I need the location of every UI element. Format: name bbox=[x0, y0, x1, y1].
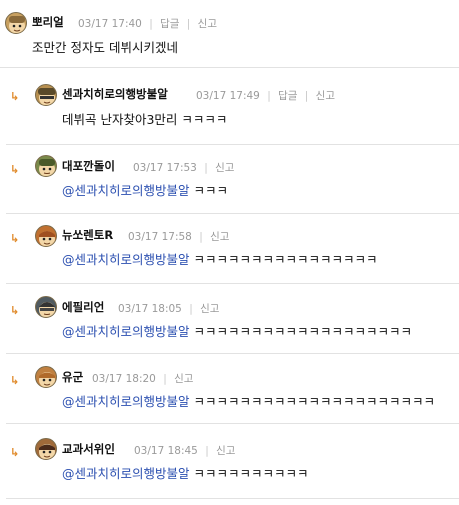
separator: | bbox=[204, 162, 208, 174]
comment-meta: 03/17 17:40 | 답글 | 신고 bbox=[78, 16, 217, 31]
divider bbox=[6, 498, 459, 499]
comment-text: @센과치히로의행방불알 ㅋㅋㅋ bbox=[62, 180, 228, 199]
mention-link[interactable]: @센과치히로의행방불알 bbox=[62, 324, 190, 339]
comment-meta: 03/17 17:53 | 신고 bbox=[133, 160, 234, 175]
comment-text: 데뷔곡 난자찾아3만리 ㅋㅋㅋㅋ bbox=[62, 112, 228, 127]
comment-time: 03/17 18:20 bbox=[92, 373, 156, 385]
comment-meta: 03/17 17:49 | 답글 | 신고 bbox=[196, 88, 335, 103]
comment-text-content: ㅋㅋㅋㅋㅋㅋㅋㅋㅋㅋㅋㅋㅋㅋㅋㅋ bbox=[193, 252, 378, 267]
comment-meta: 03/17 18:45 | 신고 bbox=[134, 443, 235, 458]
comment-time: 03/17 17:40 bbox=[78, 18, 142, 30]
separator: | bbox=[186, 18, 191, 30]
comment-item: ↳ 교과서위인 03/17 18:45 | 신고 @센과치히로의행방불알 ㅋㅋㅋ… bbox=[0, 424, 459, 500]
avatar[interactable] bbox=[35, 296, 57, 318]
mention-link[interactable]: @센과치히로의행방불알 bbox=[62, 183, 190, 198]
report-button[interactable]: 신고 bbox=[198, 18, 217, 30]
comment-author[interactable]: 에필리언 bbox=[62, 299, 104, 315]
comment-author[interactable]: 뽀리얼 bbox=[32, 14, 64, 30]
reply-arrow-icon: ↳ bbox=[10, 446, 20, 459]
comment-time: 03/17 17:58 bbox=[128, 231, 192, 243]
comment-meta: 03/17 17:58 | 신고 bbox=[128, 229, 229, 244]
report-button[interactable]: 신고 bbox=[210, 231, 229, 243]
reply-arrow-icon: ↳ bbox=[10, 232, 20, 245]
comment-item: ↳ 대포깐돌이 03/17 17:53 | 신고 @센과치히로의행방불알 ㅋㅋㅋ bbox=[0, 145, 459, 213]
comment-text-content: ㅋㅋㅋㅋㅋㅋㅋㅋㅋㅋㅋㅋㅋㅋㅋㅋㅋㅋㅋㅋㅋ bbox=[193, 394, 436, 409]
separator: | bbox=[205, 445, 209, 457]
report-button[interactable]: 신고 bbox=[215, 162, 234, 174]
comment-text: @센과치히로의행방불알 ㅋㅋㅋㅋㅋㅋㅋㅋㅋㅋㅋㅋㅋㅋㅋㅋㅋㅋㅋㅋㅋ bbox=[62, 391, 435, 410]
comment-time: 03/17 17:53 bbox=[133, 162, 197, 174]
comment-text: @센과치히로의행방불알 ㅋㅋㅋㅋㅋㅋㅋㅋㅋㅋㅋㅋㅋㅋㅋㅋ bbox=[62, 249, 378, 268]
report-button[interactable]: 신고 bbox=[216, 445, 235, 457]
separator: | bbox=[267, 90, 271, 102]
comment-meta: 03/17 18:05 | 신고 bbox=[118, 301, 219, 316]
avatar[interactable] bbox=[35, 438, 57, 460]
reply-arrow-icon: ↳ bbox=[10, 90, 20, 103]
comment-text: 조만간 정자도 데뷔시키겠네 bbox=[32, 40, 178, 55]
comment-author[interactable]: 센과치히로의행방불알 bbox=[62, 86, 168, 102]
comment-text-content: ㅋㅋㅋ bbox=[193, 183, 229, 198]
reply-button[interactable]: 답글 bbox=[278, 90, 297, 102]
separator: | bbox=[304, 90, 309, 102]
separator: | bbox=[149, 18, 153, 30]
reply-arrow-icon: ↳ bbox=[10, 163, 20, 176]
avatar[interactable] bbox=[5, 12, 27, 34]
reply-arrow-icon: ↳ bbox=[10, 374, 20, 387]
mention-link[interactable]: @센과치히로의행방불알 bbox=[62, 394, 190, 409]
avatar[interactable] bbox=[35, 225, 57, 247]
avatar[interactable] bbox=[35, 155, 57, 177]
avatar[interactable] bbox=[35, 84, 57, 106]
comment-text: @센과치히로의행방불알 ㅋㅋㅋㅋㅋㅋㅋㅋㅋㅋ bbox=[62, 463, 309, 482]
comment-item: ↳ 뉴쏘렌토R 03/17 17:58 | 신고 @센과치히로의행방불알 ㅋㅋㅋ… bbox=[0, 214, 459, 283]
comment-time: 03/17 18:05 bbox=[118, 303, 182, 315]
report-button[interactable]: 신고 bbox=[316, 90, 335, 102]
report-button[interactable]: 신고 bbox=[200, 303, 219, 315]
separator: | bbox=[163, 373, 167, 385]
comment-author[interactable]: 유군 bbox=[62, 369, 83, 385]
comment-meta: 03/17 18:20 | 신고 bbox=[92, 371, 193, 386]
comment-item: ↳ 유군 03/17 18:20 | 신고 @센과치히로의행방불알 ㅋㅋㅋㅋㅋㅋ… bbox=[0, 354, 459, 423]
comment-time: 03/17 18:45 bbox=[134, 445, 198, 457]
comment-author[interactable]: 뉴쏘렌토R bbox=[62, 227, 113, 243]
separator: | bbox=[199, 231, 203, 243]
report-button[interactable]: 신고 bbox=[174, 373, 193, 385]
comment-author[interactable]: 대포깐돌이 bbox=[62, 158, 115, 174]
reply-button[interactable]: 답글 bbox=[160, 18, 179, 30]
comment-item: ↳ 센과치히로의행방불알 03/17 17:49 | 답글 | 신고 데뷔곡 난… bbox=[0, 68, 459, 145]
comment-text-content: ㅋㅋㅋㅋㅋㅋㅋㅋㅋㅋ bbox=[193, 466, 309, 481]
comment-author[interactable]: 교과서위인 bbox=[62, 441, 115, 457]
comment-text-content: ㅋㅋㅋㅋㅋㅋㅋㅋㅋㅋㅋㅋㅋㅋㅋㅋㅋㅋㅋ bbox=[193, 324, 413, 339]
reply-arrow-icon: ↳ bbox=[10, 304, 20, 317]
mention-link[interactable]: @센과치히로의행방불알 bbox=[62, 466, 190, 481]
mention-link[interactable]: @센과치히로의행방불알 bbox=[62, 252, 190, 267]
separator: | bbox=[189, 303, 193, 315]
comment-text: @센과치히로의행방불알 ㅋㅋㅋㅋㅋㅋㅋㅋㅋㅋㅋㅋㅋㅋㅋㅋㅋㅋㅋ bbox=[62, 321, 412, 340]
comment-item: ↳ 에필리언 03/17 18:05 | 신고 @센과치히로의행방불알 ㅋㅋㅋㅋ… bbox=[0, 284, 459, 353]
avatar[interactable] bbox=[35, 366, 57, 388]
comment-item: 뽀리얼 03/17 17:40 | 답글 | 신고 조만간 정자도 데뷔시키겠네 bbox=[0, 0, 459, 67]
comment-time: 03/17 17:49 bbox=[196, 90, 260, 102]
